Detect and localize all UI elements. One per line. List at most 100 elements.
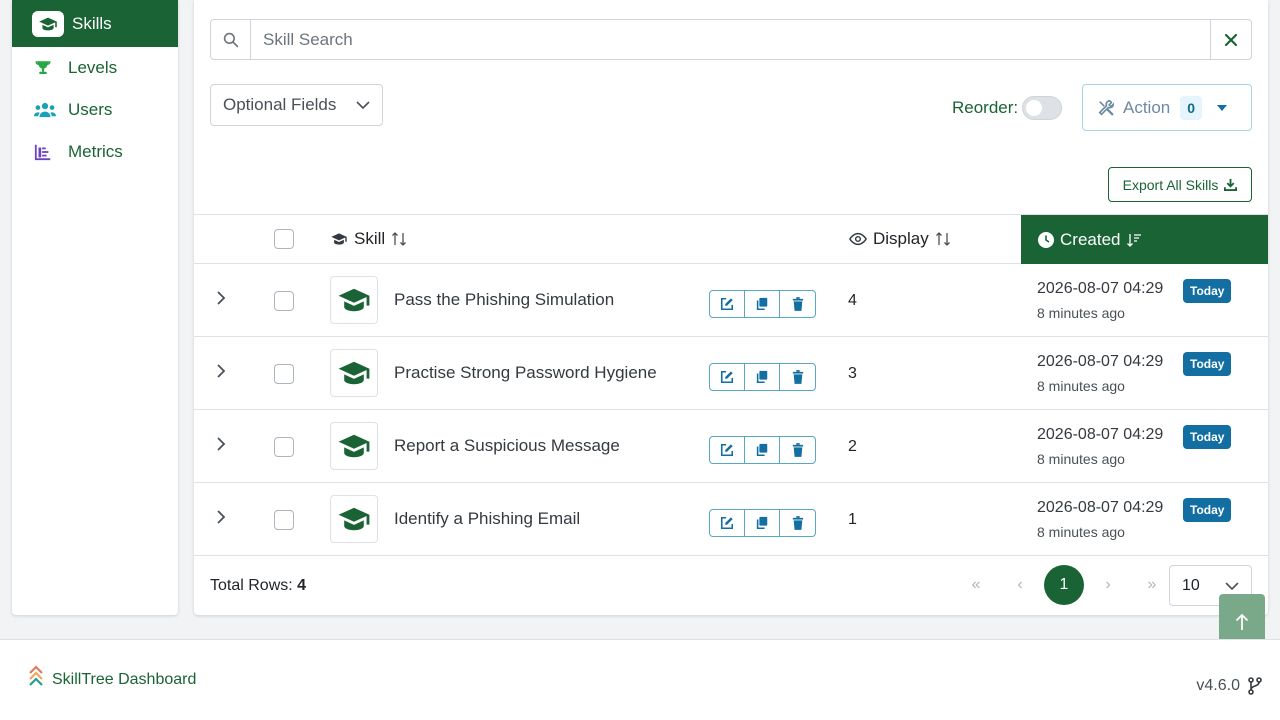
search-icon — [211, 20, 251, 59]
edit-skill-button[interactable] — [710, 364, 745, 390]
created-relative: 8 minutes ago — [1037, 378, 1125, 394]
prev-page-button[interactable]: ‹ — [998, 565, 1042, 605]
expand-row-icon[interactable] — [216, 509, 226, 525]
skill-name[interactable]: Identify a Phishing Email — [394, 509, 580, 529]
total-rows-label: Total Rows: — [210, 577, 293, 594]
sidebar-item-users[interactable]: Users — [12, 89, 178, 131]
action-button[interactable]: Action 0 — [1082, 84, 1252, 131]
sidebar-item-metrics[interactable]: Metrics — [12, 131, 178, 173]
pagination: « ‹ 1 › » — [954, 565, 1174, 605]
caret-down-icon — [1217, 104, 1228, 111]
expand-row-icon[interactable] — [216, 290, 226, 306]
row-checkbox[interactable] — [274, 364, 294, 384]
action-count-badge: 0 — [1180, 95, 1203, 120]
table-row: Identify a Phishing Email 1 2026-08-07 04:… — [194, 483, 1268, 556]
created-date: 2026-08-07 04:29 — [1037, 499, 1164, 516]
page-button-current[interactable]: 1 — [1044, 565, 1084, 605]
optional-fields-select[interactable]: Optional Fields — [210, 84, 383, 126]
edit-icon — [720, 297, 734, 311]
column-header-created[interactable]: Created — [1021, 215, 1268, 264]
edit-skill-button[interactable] — [710, 291, 745, 317]
trash-icon — [792, 370, 803, 384]
total-rows: Total Rows: 4 — [210, 577, 306, 595]
delete-skill-button[interactable] — [780, 364, 815, 390]
display-order: 2 — [848, 438, 857, 455]
sidebar-item-label: Metrics — [68, 142, 123, 161]
copy-skill-button[interactable] — [745, 364, 780, 390]
today-badge: Today — [1183, 352, 1232, 376]
select-all-checkbox[interactable] — [274, 229, 294, 249]
clear-search-button[interactable] — [1210, 20, 1251, 59]
graduation-cap-icon — [331, 233, 347, 245]
brand-name: SkillTree Dashboard — [52, 671, 197, 688]
copy-skill-button[interactable] — [745, 510, 780, 536]
delete-skill-button[interactable] — [780, 291, 815, 317]
reorder-control: Reorder: — [952, 96, 1063, 120]
chart-icon — [34, 143, 68, 161]
sidebar-item-label: Skills — [72, 13, 112, 33]
search-bar — [210, 19, 1252, 60]
sort-icon — [935, 232, 950, 246]
sort-icon — [392, 232, 407, 246]
delete-skill-button[interactable] — [780, 437, 815, 463]
arrow-up-icon — [1235, 613, 1249, 630]
created-relative: 8 minutes ago — [1037, 305, 1125, 321]
row-checkbox[interactable] — [274, 510, 294, 530]
search-input[interactable] — [251, 20, 1210, 59]
skill-icon — [330, 349, 378, 397]
export-all-skills-button[interactable]: Export All Skills — [1108, 167, 1252, 202]
skill-name[interactable]: Report a Suspicious Message — [394, 436, 620, 456]
tools-icon — [1098, 99, 1115, 115]
table-row: Pass the Phishing Simulation 4 2026-08-07 … — [194, 264, 1268, 337]
table-header: Skill Display Created — [194, 214, 1268, 264]
expand-row-icon[interactable] — [216, 363, 226, 379]
skills-panel: Optional Fields Reorder: Action 0 Export… — [194, 0, 1268, 615]
copy-icon — [756, 297, 768, 311]
created-relative: 8 minutes ago — [1037, 451, 1125, 467]
export-label: Export All Skills — [1122, 176, 1219, 193]
created-relative: 8 minutes ago — [1037, 524, 1125, 540]
copy-icon — [756, 516, 768, 530]
row-actions — [709, 290, 816, 318]
expand-row-icon[interactable] — [216, 436, 226, 452]
sidebar-item-levels[interactable]: Levels — [12, 47, 178, 89]
edit-icon — [720, 370, 734, 384]
display-order: 1 — [848, 511, 857, 528]
display-order: 3 — [848, 365, 857, 382]
total-rows-value: 4 — [297, 577, 307, 594]
next-page-button[interactable]: › — [1086, 565, 1130, 605]
row-checkbox[interactable] — [274, 291, 294, 311]
created-date: 2026-08-07 04:29 — [1037, 426, 1164, 443]
copy-skill-button[interactable] — [745, 437, 780, 463]
delete-skill-button[interactable] — [780, 510, 815, 536]
close-icon — [1224, 33, 1238, 46]
sidebar-item-label: Users — [68, 100, 113, 119]
edit-skill-button[interactable] — [710, 437, 745, 463]
trash-icon — [792, 297, 803, 311]
first-page-button[interactable]: « — [954, 565, 998, 605]
skill-name[interactable]: Practise Strong Password Hygiene — [394, 363, 657, 383]
brand-link[interactable]: SkillTree Dashboard — [28, 665, 196, 689]
trophy-icon — [34, 59, 68, 77]
skill-icon — [330, 495, 378, 543]
skill-name[interactable]: Pass the Phishing Simulation — [394, 290, 614, 310]
last-page-button[interactable]: » — [1130, 565, 1174, 605]
skills-table: Skill Display Created Pass the Phishing … — [194, 214, 1268, 556]
row-checkbox[interactable] — [274, 437, 294, 457]
download-icon — [1224, 178, 1238, 191]
edit-skill-button[interactable] — [710, 510, 745, 536]
copy-skill-button[interactable] — [745, 291, 780, 317]
today-badge: Today — [1183, 425, 1232, 449]
row-actions — [709, 509, 816, 537]
table-row: Practise Strong Password Hygiene 3 2026-08… — [194, 337, 1268, 410]
edit-icon — [720, 516, 734, 530]
sidebar-item-skills[interactable]: Skills — [12, 0, 178, 47]
display-order: 4 — [848, 292, 857, 309]
optional-fields-label: Optional Fields — [223, 95, 337, 114]
table-row: Report a Suspicious Message 2 2026-08-07 0… — [194, 410, 1268, 483]
column-header-display[interactable]: Display — [849, 215, 951, 263]
reorder-label: Reorder: — [952, 98, 1019, 117]
reorder-toggle[interactable] — [1022, 96, 1063, 120]
column-header-skill[interactable]: Skill — [330, 215, 407, 263]
today-badge: Today — [1183, 279, 1232, 303]
